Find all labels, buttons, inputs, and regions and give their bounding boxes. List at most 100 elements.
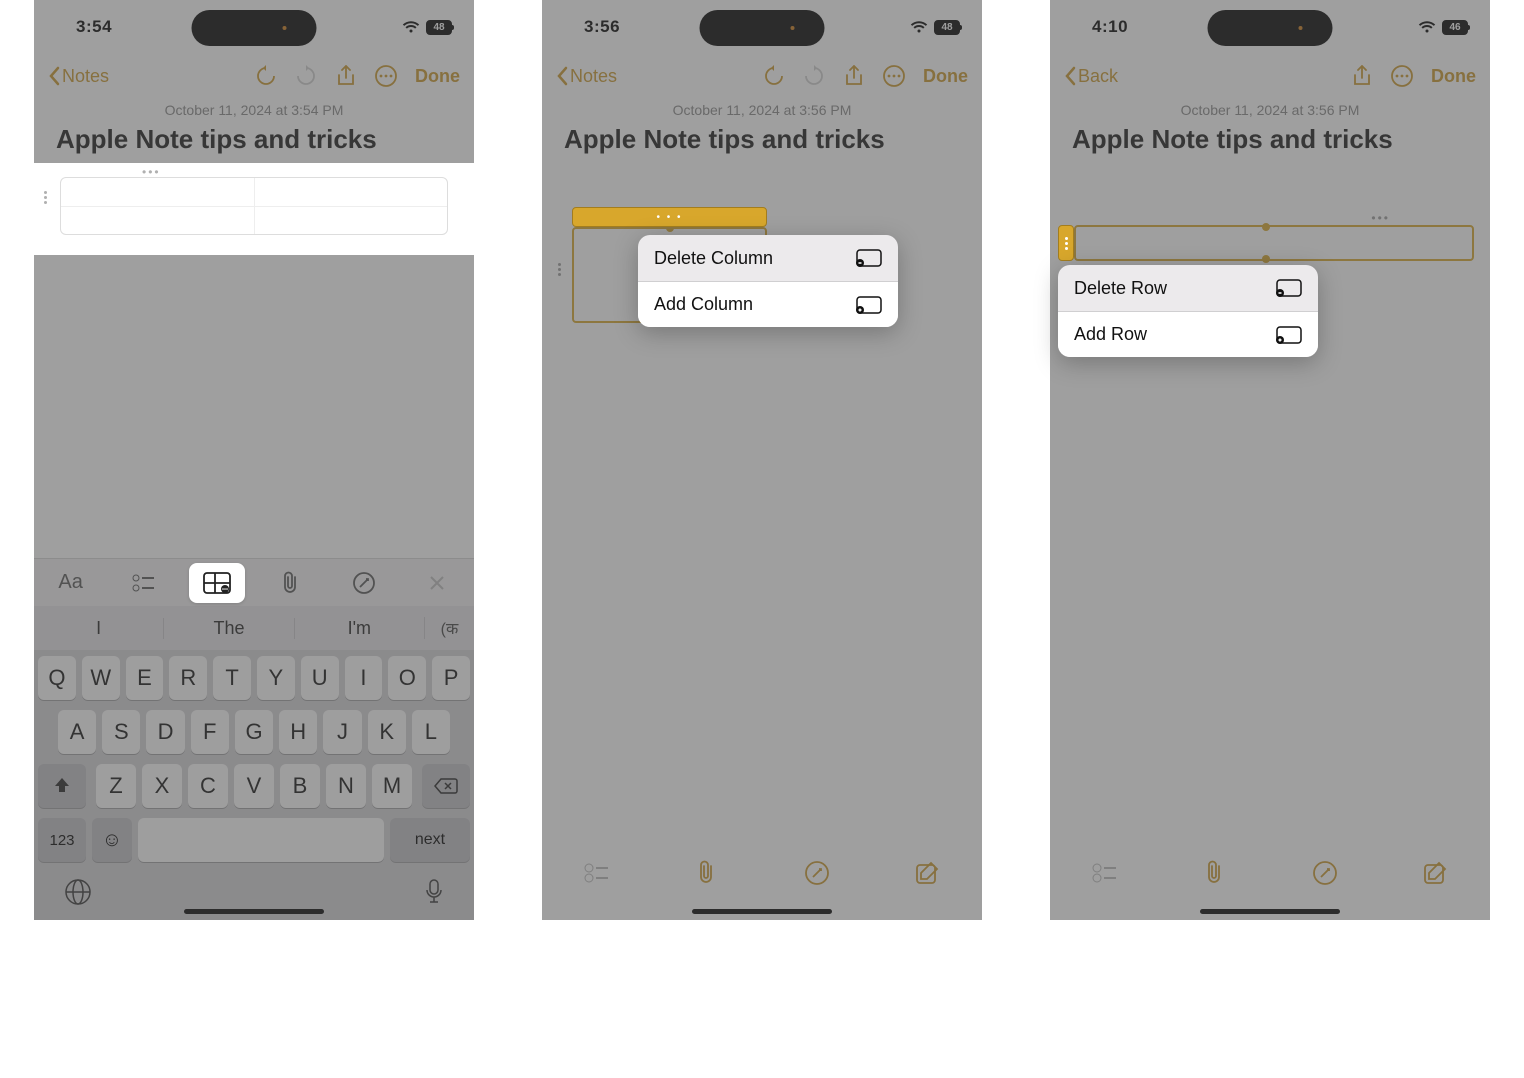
key-l[interactable]: L: [412, 710, 450, 754]
menu-delete-column[interactable]: Delete Column: [638, 235, 898, 281]
back-button[interactable]: Notes: [48, 66, 109, 87]
key-w[interactable]: W: [82, 656, 120, 700]
share-icon[interactable]: [335, 65, 357, 87]
globe-key[interactable]: [64, 878, 92, 911]
attachment-icon[interactable]: [694, 860, 720, 886]
close-toolbar-button[interactable]: [409, 563, 465, 603]
key-p[interactable]: P: [432, 656, 470, 700]
column-handle-icon[interactable]: •••: [1371, 211, 1390, 225]
row-handle-selected[interactable]: [1058, 225, 1074, 261]
wifi-icon: [402, 20, 420, 34]
table-area: ••• Delete Row Add Row: [1050, 163, 1490, 203]
compose-icon[interactable]: [1422, 860, 1448, 886]
suggestion-lang[interactable]: (क: [424, 617, 474, 639]
kb-row-2: ASDFGHJKL: [38, 710, 470, 754]
note-title[interactable]: Apple Note tips and tricks: [542, 118, 982, 163]
markup-icon[interactable]: [804, 860, 830, 886]
suggestion-3[interactable]: I'm: [294, 618, 424, 639]
menu-delete-row[interactable]: Delete Row: [1058, 265, 1318, 311]
key-s[interactable]: S: [102, 710, 140, 754]
key-x[interactable]: X: [142, 764, 182, 808]
menu-add-row[interactable]: Add Row: [1058, 311, 1318, 357]
key-u[interactable]: U: [301, 656, 339, 700]
home-indicator[interactable]: [184, 909, 324, 914]
done-button[interactable]: Done: [415, 66, 460, 87]
checklist-icon[interactable]: [584, 860, 610, 886]
key-q[interactable]: Q: [38, 656, 76, 700]
key-m[interactable]: M: [372, 764, 412, 808]
text-style-button[interactable]: Aa: [43, 563, 99, 603]
undo-icon[interactable]: [763, 65, 785, 87]
backspace-key[interactable]: [422, 764, 470, 808]
back-button[interactable]: Back: [1064, 66, 1118, 87]
note-title[interactable]: Apple Note tips and tricks: [34, 118, 474, 163]
key-n[interactable]: N: [326, 764, 366, 808]
key-e[interactable]: E: [126, 656, 164, 700]
mic-key[interactable]: [424, 878, 444, 911]
suggestion-2[interactable]: The: [163, 618, 293, 639]
chevron-left-icon: [48, 66, 60, 86]
space-key[interactable]: [138, 818, 384, 862]
column-handle-selected[interactable]: • • •: [572, 207, 767, 227]
key-h[interactable]: H: [279, 710, 317, 754]
quicktype-row: I The I'm (क: [34, 606, 474, 650]
menu-add-column[interactable]: Add Column: [638, 281, 898, 327]
key-o[interactable]: O: [388, 656, 426, 700]
key-y[interactable]: Y: [257, 656, 295, 700]
shift-key[interactable]: [38, 764, 86, 808]
done-button[interactable]: Done: [1431, 66, 1476, 87]
key-b[interactable]: B: [280, 764, 320, 808]
more-icon[interactable]: [1391, 65, 1413, 87]
status-bar: 3:56 48: [542, 0, 982, 54]
more-icon[interactable]: [883, 65, 905, 87]
battery-icon: 48: [934, 20, 960, 35]
key-z[interactable]: Z: [96, 764, 136, 808]
key-v[interactable]: V: [234, 764, 274, 808]
undo-icon[interactable]: [255, 65, 277, 87]
share-icon[interactable]: [1351, 65, 1373, 87]
key-a[interactable]: A: [58, 710, 96, 754]
key-k[interactable]: K: [368, 710, 406, 754]
table-area[interactable]: •••: [34, 163, 474, 255]
home-indicator[interactable]: [692, 909, 832, 914]
key-g[interactable]: G: [235, 710, 273, 754]
redo-icon[interactable]: [803, 65, 825, 87]
home-indicator[interactable]: [1200, 909, 1340, 914]
menu-label: Add Row: [1074, 324, 1147, 345]
key-i[interactable]: I: [345, 656, 383, 700]
attachment-button[interactable]: [263, 563, 319, 603]
share-icon[interactable]: [843, 65, 865, 87]
note-date: October 11, 2024 at 3:56 PM: [542, 102, 982, 118]
compose-icon[interactable]: [914, 860, 940, 886]
done-button[interactable]: Done: [923, 66, 968, 87]
dynamic-island: [1208, 10, 1333, 46]
table-button[interactable]: [189, 563, 245, 603]
checklist-icon[interactable]: [1092, 860, 1118, 886]
key-f[interactable]: F: [191, 710, 229, 754]
checklist-button[interactable]: [116, 563, 172, 603]
redo-icon[interactable]: [295, 65, 317, 87]
row-handle-icon[interactable]: [44, 191, 47, 204]
markup-button[interactable]: [336, 563, 392, 603]
note-title[interactable]: Apple Note tips and tricks: [1050, 118, 1490, 163]
key-c[interactable]: C: [188, 764, 228, 808]
next-key[interactable]: next: [390, 818, 470, 862]
key-r[interactable]: R: [169, 656, 207, 700]
inserted-table[interactable]: [60, 177, 448, 235]
back-label: Notes: [570, 66, 617, 87]
row-handle-icon[interactable]: [558, 263, 561, 276]
numbers-key[interactable]: 123: [38, 818, 86, 862]
key-d[interactable]: D: [146, 710, 184, 754]
nav-bar: Notes Done: [542, 54, 982, 98]
attachment-icon[interactable]: [1202, 860, 1228, 886]
back-button[interactable]: Notes: [556, 66, 617, 87]
key-j[interactable]: J: [323, 710, 361, 754]
key-t[interactable]: T: [213, 656, 251, 700]
more-icon[interactable]: [375, 65, 397, 87]
back-label: Notes: [62, 66, 109, 87]
clock: 3:54: [76, 17, 112, 37]
emoji-key[interactable]: ☺: [92, 818, 132, 862]
markup-icon[interactable]: [1312, 860, 1338, 886]
suggestion-1[interactable]: I: [34, 618, 163, 639]
status-bar: 3:54 48: [34, 0, 474, 54]
